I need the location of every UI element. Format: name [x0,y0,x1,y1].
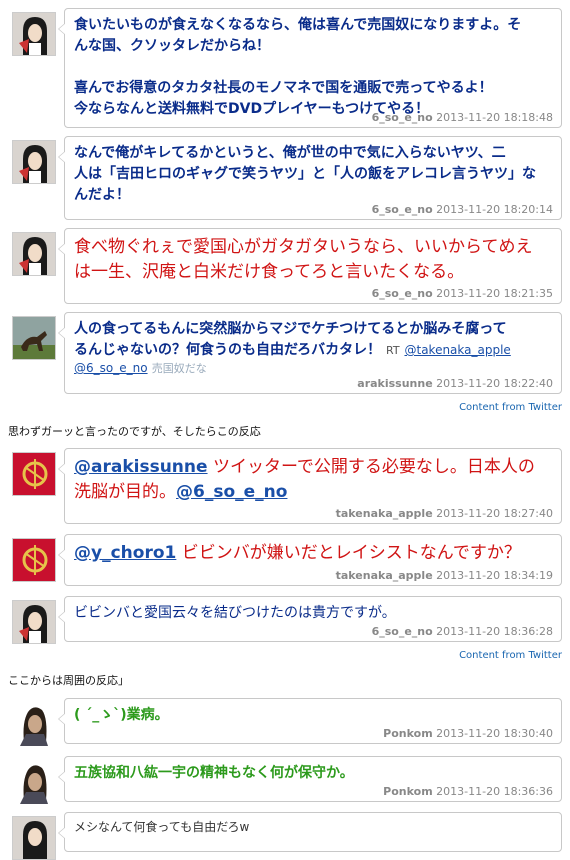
tweet-meta: arakissunne 2013-11-20 18:22:40 [357,377,553,390]
tweet-text: なんで俺がキレてるかというと、俺が世の中で気に入らないヤツ、二 人は「吉田ヒロの… [74,145,536,203]
tweet-meta: 6_so_e_no 2013-11-20 18:20:14 [372,203,553,216]
horse-avatar[interactable] [12,316,56,360]
tweet-text: 食べ物ぐれぇで愛国心がガタガタいうなら、いいからてめえ は一生、沢庵と白米だけ食… [74,237,533,282]
tweet-user[interactable]: takenaka_apple [336,569,433,582]
tweet-bubble: メシなんて何食っても自由だろw [58,812,562,852]
mention-link[interactable]: @6_so_e_no [176,482,287,502]
tweet-meta: 6_so_e_no 2013-11-20 18:18:48 [372,111,553,124]
man-avatar[interactable] [12,760,56,804]
tweet-meta: 6_so_e_no 2013-11-20 18:21:35 [372,287,553,300]
tweet-user[interactable]: arakissunne [357,377,432,390]
tweet-bubble: なんで俺がキレてるかというと、俺が世の中で気に入らないヤツ、二 人は「吉田ヒロの… [58,136,562,220]
girl-avatar[interactable] [12,232,56,276]
girl-avatar[interactable] [12,816,56,860]
tweet-bubble: 五族協和八紘一宇の精神もなく何が保守か。 Ponkom 2013-11-20 1… [58,756,562,802]
tweet-meta: Ponkom 2013-11-20 18:30:40 [383,727,553,740]
girl-avatar[interactable] [12,600,56,644]
tweet-bubble: @y_choro1 ビビンバが嫌いだとレイシストなんですか？ takenaka_… [58,534,562,586]
girl-avatar[interactable] [12,12,56,56]
tweet-timestamp[interactable]: 2013-11-20 18:20:14 [436,203,553,216]
tweet-bubble: 食べ物ぐれぇで愛国心がガタガタいうなら、いいからてめえ は一生、沢庵と白米だけ食… [58,228,562,304]
tweet-bubble: ビビンバと愛国云々を結びつけたのは貴方ですが。 6_so_e_no 2013-1… [58,596,562,642]
tweet-text: @arakissunne ツイッターで公開する必要なし。日本人の 洗脳が目的。@… [74,457,535,502]
tweet-timestamp[interactable]: 2013-11-20 18:18:48 [436,111,553,124]
tweet-bubble: ( ´_ゝ`)業病。 Ponkom 2013-11-20 18:30:40 [58,698,562,744]
tweet-bubble: @arakissunne ツイッターで公開する必要なし。日本人の 洗脳が目的。@… [58,448,562,524]
tweet-text: @y_choro1 ビビンバが嫌いだとレイシストなんですか？ [74,543,521,563]
tweet-user[interactable]: 6_so_e_no [372,625,433,638]
emblem-avatar[interactable] [12,452,56,496]
commentary-note: ここからは周囲の反応」 [8,674,129,687]
tweet-timestamp[interactable]: 2013-11-20 18:30:40 [436,727,553,740]
tweet-timestamp[interactable]: 2013-11-20 18:36:28 [436,625,553,638]
emblem-avatar[interactable] [12,538,56,582]
mention-link[interactable]: @y_choro1 [74,543,176,563]
tweet-meta: 6_so_e_no 2013-11-20 18:36:28 [372,625,553,638]
girl-avatar[interactable] [12,140,56,184]
tweet-timestamp[interactable]: 2013-11-20 18:21:35 [436,287,553,300]
tweet-user[interactable]: 6_so_e_no [372,287,433,300]
tweet-user[interactable]: 6_so_e_no [372,111,433,124]
tweet-timestamp[interactable]: 2013-11-20 18:22:40 [436,377,553,390]
mention-link[interactable]: @takenaka_apple [404,343,510,357]
tweet-user[interactable]: Ponkom [383,785,433,798]
tweet-text: ( ´_ゝ`)業病。 [74,707,169,723]
tweet-timestamp[interactable]: 2013-11-20 18:27:40 [436,507,553,520]
tweet-text: メシなんて何食っても自由だろw [74,820,250,834]
tweet-user[interactable]: Ponkom [383,727,433,740]
tweet-user[interactable]: takenaka_apple [336,507,433,520]
content-from-twitter[interactable]: Content from Twitter [459,650,562,661]
tweet-meta: Ponkom 2013-11-20 18:36:36 [383,785,553,798]
tweet-user[interactable]: 6_so_e_no [372,203,433,216]
tweet-bubble: 食いたいものが食えなくなるなら、俺は喜んで売国奴になりますよ。そ んな国、クソッ… [58,8,562,128]
tweet-text: ビビンバと愛国云々を結びつけたのは貴方ですが。 [74,605,396,621]
tweet-timestamp[interactable]: 2013-11-20 18:36:36 [436,785,553,798]
tweet-text: 人の食ってるもんに突然脳からマジでケチつけてるとか脳みそ腐って るんじゃないの？… [74,321,511,375]
quoted-text: 売国奴だな [151,362,207,375]
tweet-timestamp[interactable]: 2013-11-20 18:34:19 [436,569,553,582]
man-avatar[interactable] [12,702,56,746]
tweet-text: 食いたいものが食えなくなるなら、俺は喜んで売国奴になりますよ。そ んな国、クソッ… [74,17,522,117]
rt-label: RT [386,344,400,357]
tweet-meta: takenaka_apple 2013-11-20 18:27:40 [336,507,553,520]
mention-link[interactable]: @6_so_e_no [74,361,148,375]
tweet-meta: takenaka_apple 2013-11-20 18:34:19 [336,569,553,582]
commentary-note: 思わずガーッと言ったのですが、そしたらこの反応 [8,425,261,438]
content-from-twitter[interactable]: Content from Twitter [459,402,562,413]
tweet-text: 五族協和八紘一宇の精神もなく何が保守か。 [74,765,354,781]
mention-link[interactable]: @arakissunne [74,457,208,477]
tweet-bubble: 人の食ってるもんに突然脳からマジでケチつけてるとか脳みそ腐って るんじゃないの？… [58,312,562,394]
